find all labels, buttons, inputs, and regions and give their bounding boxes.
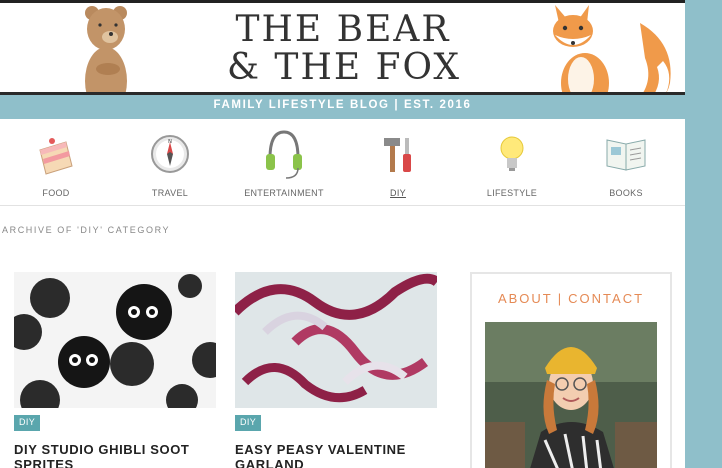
site-title-line2[interactable]: & THE FOX xyxy=(224,47,464,88)
post-title-line2: SPRITES xyxy=(14,457,74,468)
svg-text:N: N xyxy=(168,139,172,145)
about-link[interactable]: ABOUT xyxy=(498,291,553,306)
post-title[interactable]: EASY PEASY VALENTINE GARLAND xyxy=(235,442,435,468)
nav-item-travel[interactable]: N TRAVEL xyxy=(120,118,220,206)
nav-label-lifestyle: LIFESTYLE xyxy=(486,188,538,198)
page: THE BEAR & THE FOX FAMILY LIFESTYLE BLOG… xyxy=(0,0,685,468)
link-separator: | xyxy=(557,291,564,306)
tools-icon xyxy=(384,138,411,172)
nav-label-entertainment: ENTERTAINMENT xyxy=(244,188,324,198)
site-header: THE BEAR & THE FOX FAMILY LIFESTYLE BLOG… xyxy=(0,0,685,119)
archive-heading: ARCHIVE OF 'DIY' CATEGORY xyxy=(2,225,171,235)
site-tagline: FAMILY LIFESTYLE BLOG | EST. 2016 xyxy=(213,99,472,111)
nav-label-diy: DIY xyxy=(390,188,406,198)
compass-icon: N xyxy=(151,135,189,173)
contact-link[interactable]: CONTACT xyxy=(568,291,644,306)
post-title-line2: GARLAND xyxy=(235,457,305,468)
nav-label-books: BOOKS xyxy=(609,188,643,198)
book-icon xyxy=(606,139,646,171)
about-contact-links: ABOUT | CONTACT xyxy=(472,291,670,306)
category-tag[interactable]: DIY xyxy=(14,415,41,431)
post-thumbnail-soot-sprites[interactable] xyxy=(14,272,216,408)
lightbulb-icon xyxy=(500,136,524,171)
nav-item-lifestyle[interactable]: LIFESTYLE xyxy=(462,118,562,206)
cake-icon xyxy=(39,138,73,175)
post-title-line1: EASY PEASY VALENTINE xyxy=(235,442,406,457)
post-thumbnail-valentine-garland[interactable] xyxy=(235,272,437,408)
category-tag[interactable]: DIY xyxy=(235,415,262,431)
post-title-line1: DIY STUDIO GHIBLI SOOT xyxy=(14,442,190,457)
post-title[interactable]: DIY STUDIO GHIBLI SOOT SPRITES xyxy=(14,442,214,468)
headphones-icon xyxy=(266,130,302,179)
nav-label-food: FOOD xyxy=(42,188,70,198)
about-widget: ABOUT | CONTACT xyxy=(470,272,672,468)
nav-item-food[interactable]: FOOD xyxy=(6,118,106,206)
nav-item-diy[interactable]: DIY xyxy=(348,118,448,206)
author-photo xyxy=(485,322,657,468)
category-nav: FOOD N TRAVEL ENTERTAINMENT DIY LIFESTYL… xyxy=(0,118,685,206)
nav-label-travel: TRAVEL xyxy=(151,188,189,198)
nav-item-books[interactable]: BOOKS xyxy=(576,118,676,206)
nav-item-entertainment[interactable]: ENTERTAINMENT xyxy=(234,118,334,206)
site-title-line1[interactable]: THE BEAR xyxy=(228,9,458,50)
